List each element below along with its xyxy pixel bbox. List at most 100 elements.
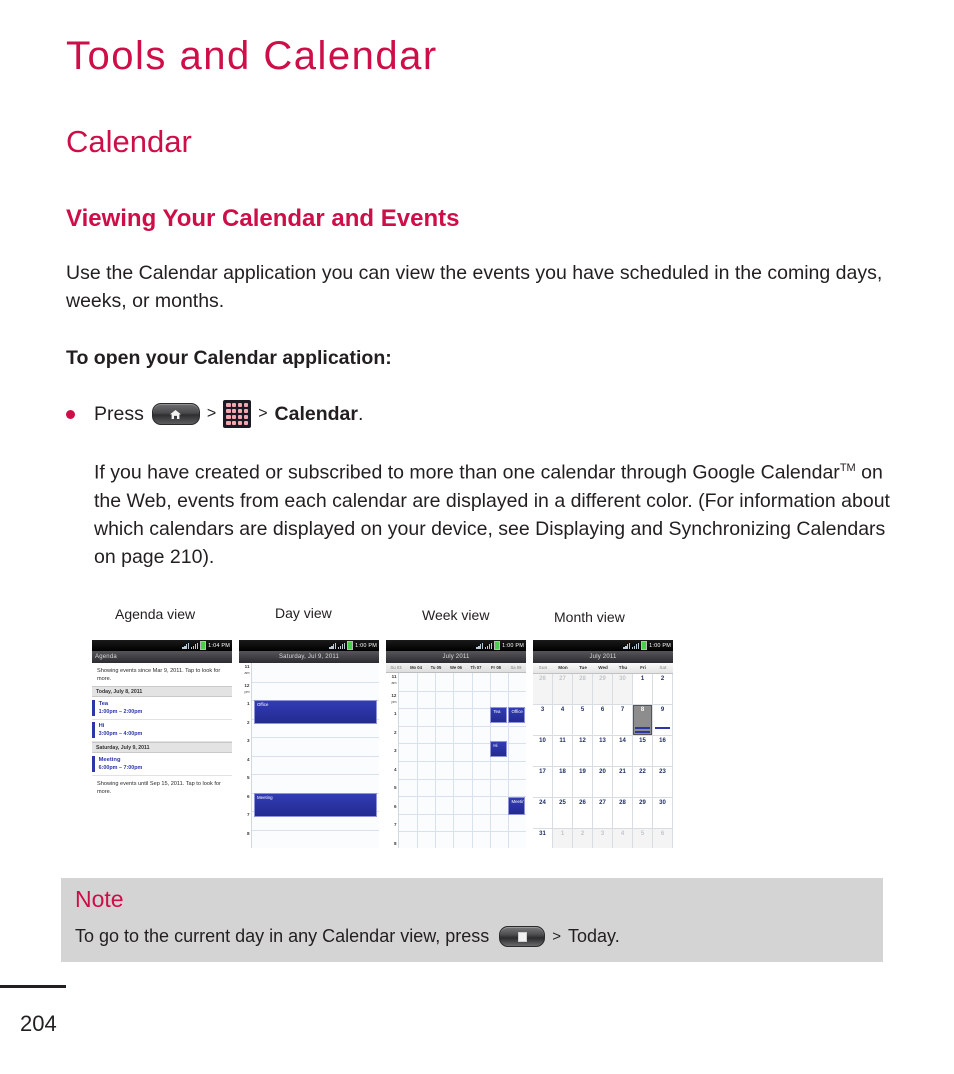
month-day-cell[interactable]: 20 — [593, 767, 613, 798]
agenda-day-separator: Today, July 8, 2011 — [92, 686, 232, 697]
month-day-cell[interactable]: 13 — [593, 736, 613, 767]
hour-label: 2 — [393, 729, 397, 735]
description-line-1: If you have created or subscribed to mor… — [94, 461, 756, 484]
month-day-cell[interactable]: 24 — [533, 798, 553, 829]
home-key-icon[interactable] — [151, 403, 200, 425]
agenda-color-bar — [92, 755, 95, 772]
month-day-cell[interactable]: 12 — [573, 736, 593, 767]
agenda-event-title: Hi — [98, 723, 105, 729]
calendar-event-block[interactable]: Meeting — [254, 793, 377, 817]
grid-line — [252, 755, 379, 757]
month-day-cell[interactable]: 11 — [553, 736, 573, 767]
signal-bars-icon-2 — [338, 642, 346, 649]
month-day-grid[interactable]: 26 27 28 29 30 1 2 3 4 5 6 7 8 9 10 11 12 13 14 15 16 17 18 19 2… — [533, 674, 673, 848]
grid-line-vertical — [489, 673, 491, 848]
month-day-cell[interactable]: 30 — [613, 674, 633, 705]
month-day-cell[interactable]: 29 — [633, 798, 653, 829]
calendar-event-block[interactable]: Office — [254, 700, 377, 724]
month-day-cell[interactable]: 30 — [653, 798, 673, 829]
month-day-cell[interactable]: 4 — [613, 829, 633, 848]
month-day-cell[interactable]: 1 — [553, 829, 573, 848]
agenda-event-row[interactable]: Hi 3:00pm – 4:00pm — [92, 720, 232, 742]
month-day-cell[interactable]: 22 — [633, 767, 653, 798]
month-day-cell[interactable]: 28 — [613, 798, 633, 829]
agenda-clock: 1:04 PM — [208, 642, 230, 649]
month-day-cell[interactable]: 4 — [553, 705, 573, 736]
month-day-cell[interactable]: 3 — [533, 705, 553, 736]
calendar-event-block[interactable]: Office — [508, 707, 525, 723]
app-drawer-grid-icon[interactable] — [223, 400, 252, 428]
month-day-cell[interactable]: 26 — [573, 798, 593, 829]
agenda-event-row[interactable]: Tea 1:00pm – 2:00pm — [92, 697, 232, 720]
calendar-target-label: Calendar — [274, 402, 358, 425]
signal-bars-icon — [329, 642, 337, 649]
menu-key-icon[interactable] — [499, 926, 546, 947]
month-day-cell[interactable]: 5 — [633, 829, 653, 848]
calendar-event-block[interactable]: Tea — [490, 707, 507, 723]
month-day-cell[interactable]: 21 — [613, 767, 633, 798]
month-day-cell[interactable]: 29 — [593, 674, 613, 705]
week-day-header: Th 07 — [470, 665, 482, 670]
signal-bars-icon-2 — [485, 642, 493, 649]
page-number: 204 — [20, 1011, 57, 1036]
month-day-cell[interactable]: 5 — [573, 705, 593, 736]
agenda-event-row[interactable]: Meeting 6:00pm – 7:00pm — [92, 753, 232, 776]
calendar-event-block[interactable]: Hi — [490, 741, 507, 757]
month-day-cell[interactable]: 19 — [573, 767, 593, 798]
month-day-cell[interactable]: 27 — [593, 798, 613, 829]
month-day-cell[interactable]: 2 — [653, 674, 673, 705]
month-event-chip — [655, 727, 670, 729]
day-clock: 1:00 PM — [355, 642, 377, 649]
hour-label: 7 — [246, 812, 250, 817]
month-day-cell[interactable]: 14 — [613, 736, 633, 767]
month-day-cell[interactable]: 6 — [593, 705, 613, 736]
month-day-cell[interactable]: 17 — [533, 767, 553, 798]
month-day-cell[interactable]: 25 — [553, 798, 573, 829]
hour-label: 8 — [246, 830, 250, 836]
signal-bars-icon — [182, 642, 190, 649]
month-day-cell[interactable]: 3 — [593, 829, 613, 848]
week-day-header: Fr 08 — [490, 665, 501, 670]
hour-label: 5 — [246, 775, 250, 780]
day-canvas[interactable]: Office Meeting — [252, 663, 379, 848]
grid-line-vertical — [453, 673, 455, 848]
month-weekday-header: Sat — [659, 665, 667, 670]
grid-line — [252, 737, 379, 738]
month-weekday-headers: Sun Mon Tue Wed Thu Fri Sat — [533, 663, 673, 674]
screenshot-week-view: 1:00 PM July 2011 Su 03 Mo 04 Tu 05 We 06 Th… — [386, 640, 526, 848]
screenshot-agenda-view: 1:04 PM Agenda Showing events since Mar … — [92, 640, 232, 848]
month-day-cell[interactable]: 23 — [653, 767, 673, 798]
month-day-cell[interactable]: 8 — [633, 705, 653, 736]
month-day-cell[interactable]: 9 — [653, 705, 673, 736]
note-body: To go to the current day in any Calendar… — [75, 926, 620, 947]
month-status-bar: 1:00 PM — [533, 640, 673, 651]
month-day-cell[interactable]: 28 — [573, 674, 593, 705]
month-day-cell[interactable]: 27 — [553, 674, 573, 705]
week-canvas[interactable]: TeaOffice Hi Meeting — [399, 673, 526, 848]
month-day-cell[interactable]: 2 — [573, 829, 593, 848]
month-event-chip — [635, 727, 650, 729]
calendar-event-block[interactable]: Meeting — [508, 797, 525, 815]
month-day-cell[interactable]: 6 — [653, 829, 673, 848]
month-day-cell[interactable]: 15 — [633, 736, 653, 767]
note-box: Note To go to the current day in any Cal… — [61, 878, 883, 962]
month-day-cell[interactable]: 18 — [553, 767, 573, 798]
month-day-cell[interactable]: 26 — [533, 674, 553, 705]
hour-label: 6 — [246, 793, 250, 799]
separator-2: > — [258, 405, 268, 422]
month-day-cell[interactable]: 16 — [653, 736, 673, 767]
hour-label: 1 — [246, 701, 250, 706]
week-day-header: Su 03 — [390, 665, 402, 670]
month-day-cell[interactable]: 1 — [633, 674, 653, 705]
month-day-cell[interactable]: 31 — [533, 829, 553, 848]
agenda-color-bar — [92, 722, 95, 738]
month-app-bar: July 2011 — [533, 651, 673, 663]
month-day-cell[interactable]: 10 — [533, 736, 553, 767]
month-weekday-header: Tue — [579, 665, 587, 670]
day-app-bar: Saturday, Jul 9, 2011 — [239, 651, 379, 663]
battery-icon — [641, 641, 648, 650]
week-day-header: We 06 — [449, 665, 463, 670]
month-day-cell[interactable]: 7 — [613, 705, 633, 736]
trademark-symbol: TM — [839, 462, 856, 474]
hour-label: 7 — [393, 822, 397, 827]
